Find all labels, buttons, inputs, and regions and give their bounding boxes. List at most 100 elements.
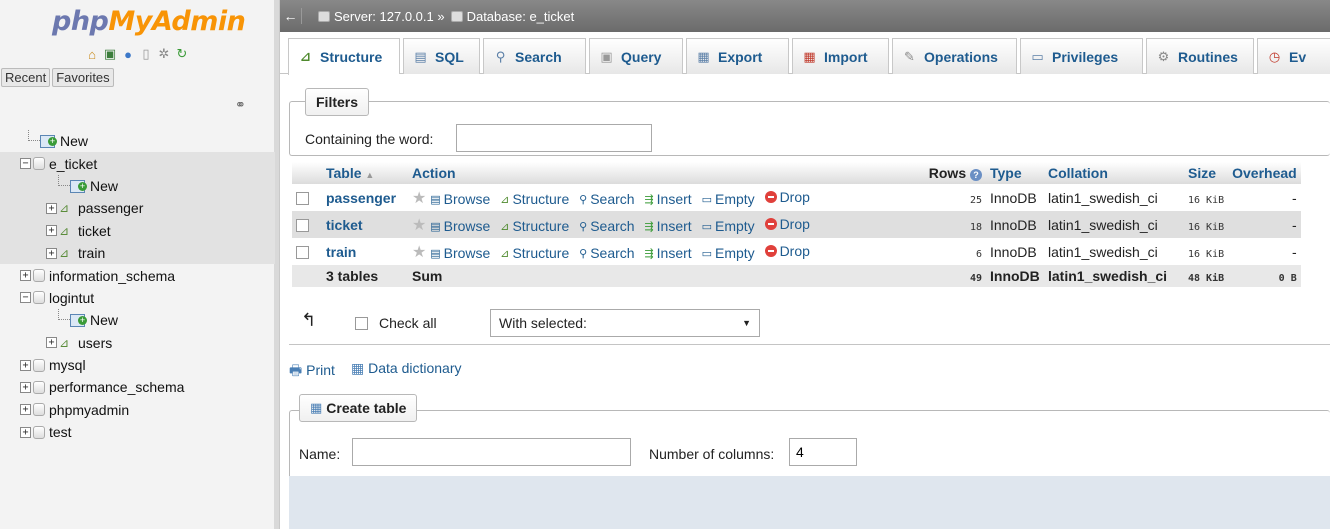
empty-action[interactable]: ▭ Empty xyxy=(702,218,755,234)
expand-icon[interactable]: + xyxy=(46,225,57,237)
expand-icon[interactable]: + xyxy=(20,359,31,371)
tree-logintut-new-table[interactable]: New xyxy=(0,309,275,331)
browse-action[interactable]: ▤ Browse xyxy=(430,218,490,234)
tree-table-train[interactable]: + ⊿ train xyxy=(0,241,275,265)
header-collation[interactable]: Collation xyxy=(1044,162,1184,184)
empty-action[interactable]: ▭ Empty xyxy=(702,191,755,207)
tab-sql[interactable]: ▤ SQL xyxy=(403,38,480,74)
favorite-star-icon[interactable]: ★ xyxy=(412,190,426,207)
insert-action[interactable]: ⇶ Insert xyxy=(644,218,691,234)
tab-routines[interactable]: ⚙ Routines xyxy=(1146,38,1254,74)
empty-action[interactable]: ▭ Empty xyxy=(702,245,755,261)
table-name-link[interactable]: ticket xyxy=(326,217,363,233)
favorite-star-icon[interactable]: ★ xyxy=(412,217,426,234)
browse-action[interactable]: ▤ Browse xyxy=(430,245,490,261)
collapse-sidebar-arrow-icon[interactable]: ← xyxy=(280,8,302,24)
tab-label: Structure xyxy=(320,49,383,65)
favorite-star-icon[interactable]: ★ xyxy=(412,244,426,261)
expand-icon[interactable]: + xyxy=(46,247,57,259)
breadcrumb-database-link[interactable]: Database: e_ticket xyxy=(467,9,575,24)
recent-tab[interactable]: Recent xyxy=(1,67,51,87)
table-row[interactable]: train ★ ▤ Browse ⊿ Structure ⚲ Search ⇶ Inse… xyxy=(292,238,1301,265)
data-dictionary-link[interactable]: ▦ Data dictionary xyxy=(351,360,462,377)
expand-icon[interactable]: + xyxy=(46,337,57,349)
reload-icon[interactable]: ↻ xyxy=(174,46,190,62)
header-rows[interactable]: Rows ? xyxy=(896,162,986,184)
tab-export[interactable]: ▦ Export xyxy=(686,38,789,74)
table-size[interactable]: 16 KiB xyxy=(1188,195,1224,206)
tree-db-logintut[interactable]: − logintut xyxy=(0,287,275,309)
tab-import[interactable]: ▦ Import xyxy=(792,38,889,74)
tab-privileges[interactable]: ▭ Privileges xyxy=(1020,38,1143,74)
table-name-link[interactable]: train xyxy=(326,244,356,260)
header-overhead[interactable]: Overhead xyxy=(1228,162,1301,184)
tree-table-passenger[interactable]: + ⊿ passenger xyxy=(0,197,275,220)
tree-db-mysql[interactable]: + mysql xyxy=(0,354,275,376)
structure-action[interactable]: ⊿ Structure xyxy=(500,191,569,207)
header-size[interactable]: Size xyxy=(1184,162,1229,184)
breadcrumb-server-link[interactable]: Server: 127.0.0.1 » xyxy=(334,9,445,24)
row-checkbox[interactable] xyxy=(296,192,309,206)
exit-icon[interactable]: ▣ xyxy=(102,46,118,62)
help-icon[interactable]: ? xyxy=(970,169,982,181)
tree-db-performance-schema[interactable]: + performance_schema xyxy=(0,376,275,398)
tree-new-database[interactable]: New xyxy=(0,130,275,152)
collapse-icon[interactable]: − xyxy=(20,158,31,170)
header-table[interactable]: Table ▲ xyxy=(322,162,408,184)
expand-icon[interactable]: + xyxy=(20,404,31,416)
drop-icon xyxy=(764,244,777,257)
drop-action[interactable]: Drop xyxy=(764,243,810,259)
search-action[interactable]: ⚲ Search xyxy=(579,218,634,234)
search-action[interactable]: ⚲ Search xyxy=(579,245,634,261)
tree-db-phpmyadmin[interactable]: + phpmyadmin xyxy=(0,399,275,421)
tab-search[interactable]: ⚲ Search xyxy=(483,38,586,74)
tree-e-ticket-new-table[interactable]: New xyxy=(0,174,275,198)
favorites-tab[interactable]: Favorites xyxy=(52,67,114,87)
row-checkbox[interactable] xyxy=(296,219,309,233)
number-of-columns-input[interactable] xyxy=(789,438,857,466)
routines-icon: ⚙ xyxy=(1157,48,1170,64)
drop-action[interactable]: Drop xyxy=(764,216,810,232)
tree-label: New xyxy=(90,177,119,194)
with-selected-dropdown[interactable]: With selected: ▼ xyxy=(490,309,760,337)
tab-query[interactable]: ▣ Query xyxy=(589,38,683,74)
tree-db-information-schema[interactable]: + information_schema xyxy=(0,264,275,286)
help-icon[interactable]: ● xyxy=(120,46,136,62)
expand-icon[interactable]: + xyxy=(20,381,31,393)
drop-action[interactable]: Drop xyxy=(764,189,810,205)
tab-structure[interactable]: ⊿ Structure xyxy=(288,38,400,75)
tab-operations[interactable]: ✎ Operations xyxy=(892,38,1017,74)
phpmyadmin-logo[interactable]: phpMyAdmin xyxy=(0,0,279,42)
table-name-link[interactable]: passenger xyxy=(326,190,396,206)
table-row[interactable]: ticket ★ ▤ Browse ⊿ Structure ⚲ Search ⇶ Ins… xyxy=(292,211,1301,238)
table-row[interactable]: passenger ★ ▤ Browse ⊿ Structure ⚲ Search ⇶… xyxy=(292,184,1301,211)
link-with-main-panel-icon[interactable]: ⚭ xyxy=(235,97,246,113)
home-icon[interactable]: ⌂ xyxy=(84,46,100,62)
check-all-label[interactable]: Check all xyxy=(379,315,437,331)
filter-input[interactable] xyxy=(456,124,652,152)
print-link[interactable]: 🖶 Print xyxy=(289,360,335,384)
insert-action[interactable]: ⇶ Insert xyxy=(644,245,691,261)
check-all-checkbox[interactable] xyxy=(355,317,368,330)
collapse-icon[interactable]: − xyxy=(20,292,31,304)
insert-action[interactable]: ⇶ Insert xyxy=(644,191,691,207)
table-size[interactable]: 16 KiB xyxy=(1188,222,1224,233)
header-type[interactable]: Type xyxy=(986,162,1044,184)
docs-icon[interactable]: ▯ xyxy=(138,46,154,62)
settings-icon[interactable]: ✲ xyxy=(156,46,172,62)
browse-action[interactable]: ▤ Browse xyxy=(430,191,490,207)
expand-icon[interactable]: + xyxy=(46,202,57,214)
expand-icon[interactable]: + xyxy=(20,270,31,282)
structure-action[interactable]: ⊿ Structure xyxy=(500,218,569,234)
tree-db-e-ticket[interactable]: − e_ticket xyxy=(0,152,275,175)
tree-db-test[interactable]: + test xyxy=(0,421,275,443)
search-action[interactable]: ⚲ Search xyxy=(579,191,634,207)
table-size[interactable]: 16 KiB xyxy=(1188,249,1224,260)
tab-events[interactable]: ◷ Ev xyxy=(1257,38,1330,74)
structure-action[interactable]: ⊿ Structure xyxy=(500,245,569,261)
tree-table-ticket[interactable]: + ⊿ ticket xyxy=(0,219,275,242)
table-name-input[interactable] xyxy=(352,438,631,466)
expand-icon[interactable]: + xyxy=(20,426,31,438)
row-checkbox[interactable] xyxy=(296,246,309,260)
tree-table-users[interactable]: + ⊿ users xyxy=(0,332,275,354)
